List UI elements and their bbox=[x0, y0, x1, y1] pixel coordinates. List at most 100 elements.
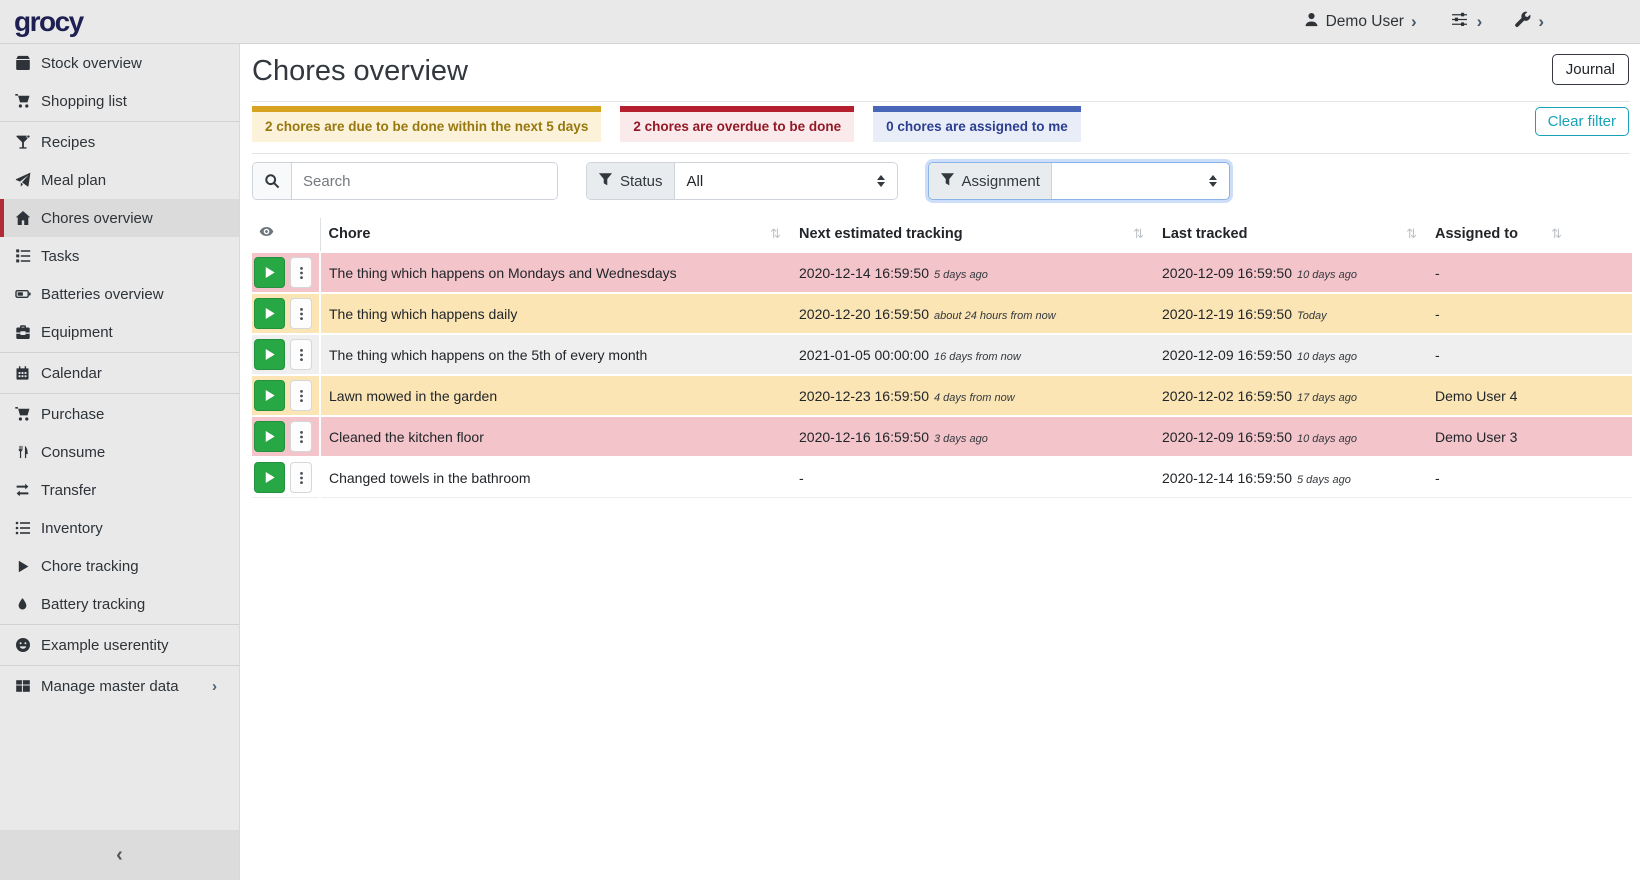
sort-icon: ⇅ bbox=[770, 226, 781, 242]
status-filter-label: Status bbox=[587, 163, 675, 199]
column-header-assigned-to[interactable]: Assigned to⇅ bbox=[1427, 218, 1632, 252]
grocy-logo[interactable]: grocy bbox=[14, 6, 83, 38]
track-chore-execution-button[interactable] bbox=[254, 462, 285, 493]
chores-table: Chore⇅ Next estimated tracking⇅ Last tra… bbox=[252, 218, 1632, 498]
table-icon bbox=[13, 678, 32, 694]
table-row: The thing which happens on Mondays and W… bbox=[252, 252, 1632, 293]
journal-button[interactable]: Journal bbox=[1552, 54, 1629, 85]
sidebar-item-chore-tracking[interactable]: Chore tracking bbox=[0, 547, 239, 585]
table-row: Cleaned the kitchen floor 2020-12-16 16:… bbox=[252, 416, 1632, 457]
last-tracked-cell: 2020-12-19 16:59:50Today bbox=[1154, 293, 1427, 334]
time-ago: 3 days ago bbox=[934, 433, 988, 445]
user-menu-label: Demo User bbox=[1326, 13, 1404, 31]
time-ago: 17 days ago bbox=[1297, 392, 1357, 404]
chore-name: The thing which happens on the 5th of ev… bbox=[320, 334, 791, 375]
track-chore-execution-button[interactable] bbox=[254, 380, 285, 411]
track-chore-execution-button[interactable] bbox=[254, 421, 285, 452]
page-header: Chores overview Journal bbox=[252, 50, 1630, 102]
filter-bar: Status All Assignment bbox=[252, 154, 1630, 210]
chore-name: The thing which happens on Mondays and W… bbox=[320, 252, 791, 293]
assigned-to-cell: - bbox=[1427, 252, 1632, 293]
sidebar-item-tasks[interactable]: Tasks bbox=[0, 237, 239, 275]
due-soon-banner[interactable]: 2 chores are due to be done within the n… bbox=[252, 106, 601, 142]
chevron-left-icon: ‹ bbox=[116, 844, 123, 867]
last-tracked-cell: 2020-12-09 16:59:5010 days ago bbox=[1154, 252, 1427, 293]
home-icon bbox=[13, 210, 32, 226]
user-menu[interactable]: Demo User › bbox=[1304, 12, 1417, 32]
sidebar-divider bbox=[0, 665, 239, 666]
chevron-right-icon: › bbox=[1538, 13, 1544, 30]
sidebar-item-label: Example userentity bbox=[41, 637, 169, 654]
sidebar-item-label: Chore tracking bbox=[41, 558, 139, 575]
sidebar-item-label: Batteries overview bbox=[41, 286, 164, 303]
sidebar-item-batteries-overview[interactable]: Batteries overview bbox=[0, 275, 239, 313]
sidebar-item-stock-overview[interactable]: Stock overview bbox=[0, 44, 239, 82]
column-header-last-tracked[interactable]: Last tracked⇅ bbox=[1154, 218, 1427, 252]
table-row: The thing which happens on the 5th of ev… bbox=[252, 334, 1632, 375]
time-ago: about 24 hours from now bbox=[934, 310, 1056, 322]
last-tracked-cell: 2020-12-02 16:59:5017 days ago bbox=[1154, 375, 1427, 416]
chore-name: The thing which happens daily bbox=[320, 293, 791, 334]
sidebar-item-consume[interactable]: Consume bbox=[0, 433, 239, 471]
sidebar-item-label: Consume bbox=[41, 444, 105, 461]
search-input[interactable] bbox=[292, 163, 557, 199]
assigned-to-cell: Demo User 3 bbox=[1427, 416, 1632, 457]
track-chore-execution-button[interactable] bbox=[254, 339, 285, 370]
sidebar-item-shopping-list[interactable]: Shopping list bbox=[0, 82, 239, 120]
last-tracked-cell: 2020-12-09 16:59:5010 days ago bbox=[1154, 416, 1427, 457]
column-header-next-estimated-tracking[interactable]: Next estimated tracking⇅ bbox=[791, 218, 1154, 252]
column-header-chore[interactable]: Chore⇅ bbox=[320, 218, 791, 252]
track-chore-execution-button[interactable] bbox=[254, 257, 285, 288]
row-menu-button[interactable] bbox=[290, 380, 312, 411]
next-tracking-cell: 2020-12-23 16:59:504 days from now bbox=[791, 375, 1154, 416]
sidebar-item-meal-plan[interactable]: Meal plan bbox=[0, 161, 239, 199]
sidebar-item-calendar[interactable]: Calendar bbox=[0, 354, 239, 392]
sidebar-divider bbox=[0, 624, 239, 625]
sidebar-item-label: Recipes bbox=[41, 134, 95, 151]
sidebar: Stock overview Shopping list Recipes Mea… bbox=[0, 44, 240, 880]
row-menu-button[interactable] bbox=[290, 298, 312, 329]
chevron-right-icon: › bbox=[1477, 13, 1483, 30]
track-chore-execution-button[interactable] bbox=[254, 298, 285, 329]
row-actions bbox=[252, 252, 320, 293]
battery-icon bbox=[13, 286, 32, 302]
row-menu-button[interactable] bbox=[290, 462, 312, 493]
droplet-icon bbox=[13, 596, 32, 612]
row-menu-button[interactable] bbox=[290, 257, 312, 288]
settings-menu[interactable]: › bbox=[1449, 11, 1483, 33]
tasks-icon bbox=[13, 248, 32, 264]
row-actions bbox=[252, 416, 320, 457]
sidebar-item-transfer[interactable]: Transfer bbox=[0, 471, 239, 509]
sidebar-item-label: Shopping list bbox=[41, 93, 127, 110]
sidebar-item-battery-tracking[interactable]: Battery tracking bbox=[0, 585, 239, 623]
sidebar-item-example-userentity[interactable]: Example userentity bbox=[0, 626, 239, 664]
row-actions bbox=[252, 334, 320, 375]
overdue-banner[interactable]: 2 chores are overdue to be done bbox=[620, 106, 854, 142]
assignment-select[interactable] bbox=[1052, 163, 1229, 199]
table-row: Changed towels in the bathroom - 2020-12… bbox=[252, 457, 1632, 498]
sidebar-item-purchase[interactable]: Purchase bbox=[0, 395, 239, 433]
sidebar-item-inventory[interactable]: Inventory bbox=[0, 509, 239, 547]
assigned-to-me-banner[interactable]: 0 chores are assigned to me bbox=[873, 106, 1081, 142]
sidebar-item-label: Tasks bbox=[41, 248, 79, 265]
clear-filter-button[interactable]: Clear filter bbox=[1535, 107, 1629, 136]
paper-plane-icon bbox=[13, 172, 32, 188]
status-select[interactable]: All bbox=[675, 163, 897, 199]
row-menu-button[interactable] bbox=[290, 339, 312, 370]
admin-menu[interactable]: › bbox=[1514, 11, 1544, 33]
cocktail-icon bbox=[13, 134, 32, 150]
smiley-icon bbox=[13, 637, 32, 653]
time-ago: 5 days ago bbox=[1297, 474, 1351, 486]
sidebar-item-equipment[interactable]: Equipment bbox=[0, 313, 239, 351]
time-ago: 16 days from now bbox=[934, 351, 1021, 363]
status-banners: 2 chores are due to be done within the n… bbox=[252, 102, 1630, 154]
sidebar-collapse-button[interactable]: ‹ bbox=[0, 830, 239, 880]
row-menu-button[interactable] bbox=[290, 421, 312, 452]
assigned-to-cell: - bbox=[1427, 334, 1632, 375]
sidebar-item-manage-master-data[interactable]: Manage master data › bbox=[0, 667, 239, 705]
eye-icon[interactable] bbox=[258, 224, 275, 239]
sidebar-item-label: Battery tracking bbox=[41, 596, 145, 613]
sidebar-item-chores-overview[interactable]: Chores overview bbox=[0, 199, 239, 237]
sidebar-item-recipes[interactable]: Recipes bbox=[0, 123, 239, 161]
sidebar-item-label: Inventory bbox=[41, 520, 103, 537]
